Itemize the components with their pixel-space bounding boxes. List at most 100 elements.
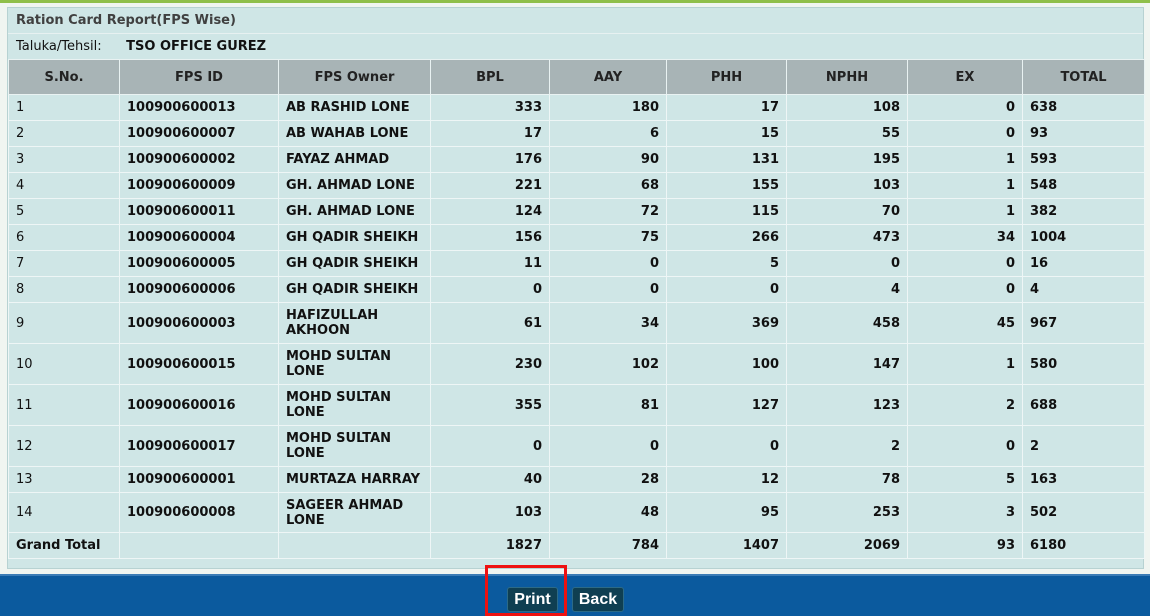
cell-fps-id[interactable]: 100900600017 (119, 425, 279, 467)
cell-aay[interactable]: 48 (549, 492, 667, 533)
cell-aay[interactable]: 68 (549, 172, 667, 199)
cell-nphh[interactable]: 253 (786, 492, 908, 533)
cell-phh[interactable]: 0 (666, 276, 787, 303)
cell-fps-id[interactable]: 100900600001 (119, 466, 279, 493)
cell-bpl[interactable]: 333 (430, 94, 550, 121)
cell-ex[interactable]: 1 (907, 172, 1023, 199)
cell-aay[interactable]: 6 (549, 120, 667, 147)
cell-phh[interactable]: 127 (666, 384, 787, 426)
header-fps-owner[interactable]: FPS Owner (278, 59, 431, 95)
table-header-row: S.No. FPS ID FPS Owner BPL AAY PHH NPHH … (8, 59, 1145, 95)
header-aay[interactable]: AAY (549, 59, 667, 95)
cell-phh[interactable]: 131 (666, 146, 787, 173)
cell-nphh[interactable]: 2 (786, 425, 908, 467)
cell-nphh[interactable]: 55 (786, 120, 908, 147)
cell-bpl[interactable]: 156 (430, 224, 550, 251)
cell-fps-id[interactable]: 100900600008 (119, 492, 279, 533)
table-row: 12 100900600017 MOHD SULTAN LONE 0 0 0 2 0 2 (8, 425, 1145, 467)
cell-phh[interactable]: 12 (666, 466, 787, 493)
cell-fps-id[interactable]: 100900600004 (119, 224, 279, 251)
cell-bpl[interactable]: 124 (430, 198, 550, 225)
header-nphh[interactable]: NPHH (786, 59, 908, 95)
cell-nphh[interactable]: 0 (786, 250, 908, 277)
cell-fps-id[interactable]: 100900600011 (119, 198, 279, 225)
grand-total-nphh: 2069 (786, 532, 908, 559)
cell-bpl[interactable]: 230 (430, 343, 550, 385)
cell-nphh[interactable]: 4 (786, 276, 908, 303)
header-bpl[interactable]: BPL (430, 59, 550, 95)
cell-bpl[interactable]: 176 (430, 146, 550, 173)
cell-fps-id[interactable]: 100900600007 (119, 120, 279, 147)
header-phh[interactable]: PHH (666, 59, 787, 95)
cell-nphh[interactable]: 123 (786, 384, 908, 426)
cell-bpl[interactable]: 0 (430, 425, 550, 467)
cell-phh[interactable]: 266 (666, 224, 787, 251)
cell-ex[interactable]: 45 (907, 302, 1023, 344)
cell-phh[interactable]: 115 (666, 198, 787, 225)
cell-nphh[interactable]: 195 (786, 146, 908, 173)
cell-nphh[interactable]: 458 (786, 302, 908, 344)
cell-bpl[interactable]: 355 (430, 384, 550, 426)
cell-aay[interactable]: 90 (549, 146, 667, 173)
cell-aay[interactable]: 75 (549, 224, 667, 251)
cell-aay[interactable]: 102 (549, 343, 667, 385)
taluka-value: TSO OFFICE GUREZ (126, 39, 267, 54)
cell-bpl[interactable]: 61 (430, 302, 550, 344)
cell-nphh[interactable]: 78 (786, 466, 908, 493)
cell-ex[interactable]: 2 (907, 384, 1023, 426)
cell-fps-id[interactable]: 100900600006 (119, 276, 279, 303)
cell-fps-id[interactable]: 100900600015 (119, 343, 279, 385)
cell-ex[interactable]: 0 (907, 276, 1023, 303)
cell-aay[interactable]: 34 (549, 302, 667, 344)
cell-nphh[interactable]: 70 (786, 198, 908, 225)
cell-aay[interactable]: 180 (549, 94, 667, 121)
header-ex[interactable]: EX (907, 59, 1023, 95)
cell-ex[interactable]: 0 (907, 94, 1023, 121)
cell-ex[interactable]: 0 (907, 425, 1023, 467)
cell-fps-id[interactable]: 100900600013 (119, 94, 279, 121)
cell-bpl[interactable]: 11 (430, 250, 550, 277)
cell-nphh[interactable]: 103 (786, 172, 908, 199)
cell-bpl[interactable]: 0 (430, 276, 550, 303)
cell-bpl[interactable]: 17 (430, 120, 550, 147)
cell-ex[interactable]: 34 (907, 224, 1023, 251)
cell-aay[interactable]: 81 (549, 384, 667, 426)
cell-fps-id[interactable]: 100900600002 (119, 146, 279, 173)
print-button[interactable]: Print (507, 587, 558, 612)
cell-bpl[interactable]: 40 (430, 466, 550, 493)
cell-ex[interactable]: 1 (907, 146, 1023, 173)
cell-aay[interactable]: 0 (549, 425, 667, 467)
cell-phh[interactable]: 0 (666, 425, 787, 467)
cell-ex[interactable]: 0 (907, 120, 1023, 147)
cell-bpl[interactable]: 103 (430, 492, 550, 533)
cell-phh[interactable]: 17 (666, 94, 787, 121)
header-total[interactable]: TOTAL (1022, 59, 1145, 95)
cell-aay[interactable]: 0 (549, 276, 667, 303)
cell-aay[interactable]: 28 (549, 466, 667, 493)
cell-aay[interactable]: 72 (549, 198, 667, 225)
cell-phh[interactable]: 100 (666, 343, 787, 385)
cell-phh[interactable]: 155 (666, 172, 787, 199)
cell-ex[interactable]: 3 (907, 492, 1023, 533)
cell-ex[interactable]: 1 (907, 198, 1023, 225)
cell-fps-id[interactable]: 100900600009 (119, 172, 279, 199)
cell-ex[interactable]: 5 (907, 466, 1023, 493)
cell-nphh[interactable]: 473 (786, 224, 908, 251)
cell-phh[interactable]: 369 (666, 302, 787, 344)
cell-fps-id[interactable]: 100900600003 (119, 302, 279, 344)
cell-ex[interactable]: 1 (907, 343, 1023, 385)
cell-fps-id[interactable]: 100900600005 (119, 250, 279, 277)
cell-bpl[interactable]: 221 (430, 172, 550, 199)
cell-nphh[interactable]: 147 (786, 343, 908, 385)
cell-phh[interactable]: 5 (666, 250, 787, 277)
header-sno[interactable]: S.No. (8, 59, 120, 95)
cell-aay[interactable]: 0 (549, 250, 667, 277)
cell-phh[interactable]: 95 (666, 492, 787, 533)
cell-ex[interactable]: 0 (907, 250, 1023, 277)
cell-nphh[interactable]: 108 (786, 94, 908, 121)
back-button[interactable]: Back (572, 587, 624, 612)
cell-phh[interactable]: 15 (666, 120, 787, 147)
cell-total: 688 (1022, 384, 1145, 426)
header-fps-id[interactable]: FPS ID (119, 59, 279, 95)
cell-fps-id[interactable]: 100900600016 (119, 384, 279, 426)
